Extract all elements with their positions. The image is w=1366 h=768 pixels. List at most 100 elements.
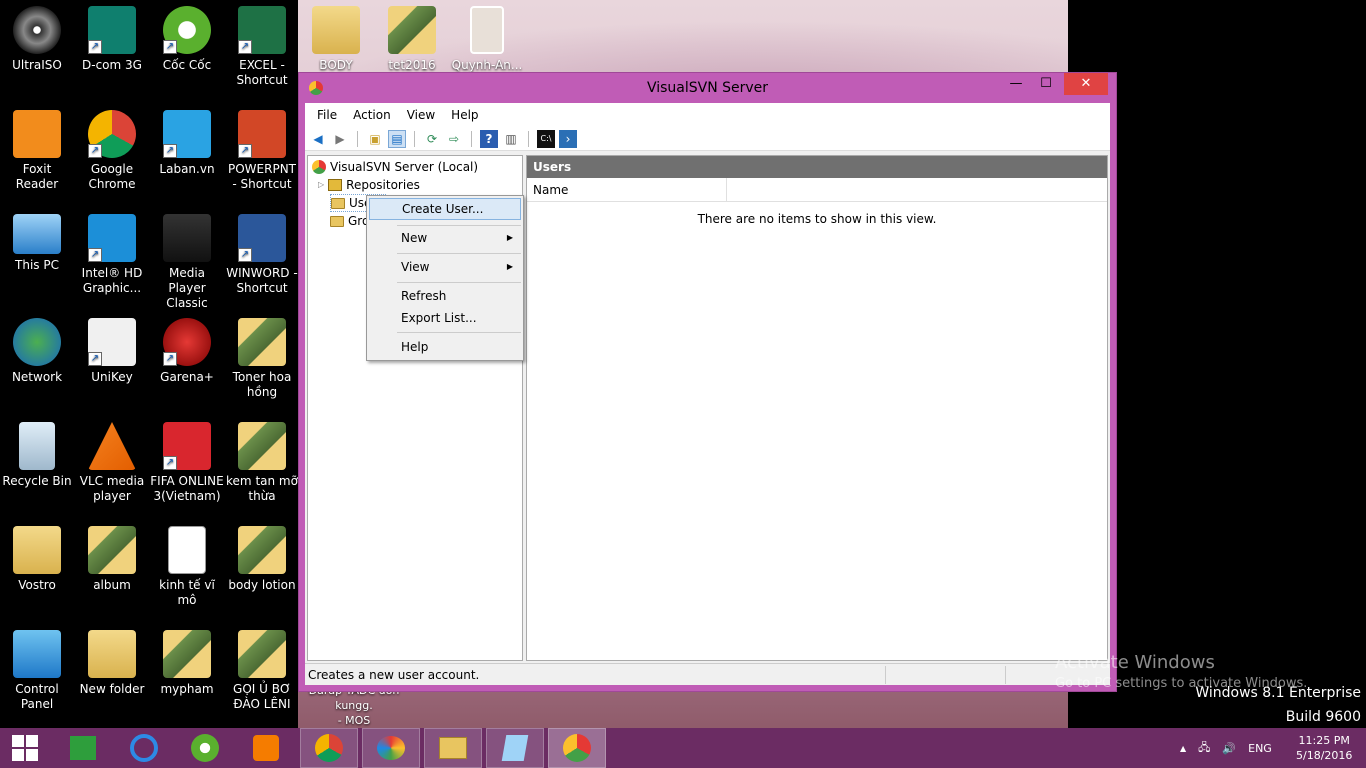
tree-root[interactable]: VisualSVN Server (Local) — [312, 158, 478, 176]
desktop-icon-garena[interactable]: ↗ Garena+ — [150, 318, 224, 385]
picture-folder-icon — [238, 318, 286, 366]
picture-folder-icon — [238, 422, 286, 470]
desktop-icon-body[interactable]: BODY — [299, 6, 373, 73]
desktop-icon-fifa[interactable]: ↗ FIFA ONLINE 3(Vietnam) — [150, 422, 224, 504]
desktop-icon-new-folder[interactable]: New folder — [75, 630, 149, 697]
desktop-icon-goi-u-bo[interactable]: GỌI Ủ BƠ ĐÀO LÊNI — [225, 630, 299, 712]
shortcut-arrow-icon: ↗ — [88, 248, 102, 262]
folder-icon — [88, 630, 136, 678]
volume-icon[interactable]: 🔊 — [1222, 742, 1236, 755]
garena-icon: ↗ — [163, 318, 211, 366]
folder-icon — [312, 6, 360, 54]
desktop-icon-excel[interactable]: ↗ EXCEL - Shortcut — [225, 6, 299, 88]
powerpoint-icon: ↗ — [238, 110, 286, 158]
windows-build: Build 9600 — [1285, 709, 1361, 725]
menu-file[interactable]: File — [309, 108, 345, 122]
desktop-icon-foxit[interactable]: Foxit Reader — [0, 110, 74, 192]
menu-separator — [397, 332, 521, 333]
desktop-icon-chrome[interactable]: ↗ Google Chrome — [75, 110, 149, 192]
desktop-icon-recycle-bin[interactable]: Recycle Bin — [0, 422, 74, 489]
up-folder-icon[interactable]: ▣ — [366, 130, 384, 148]
menu-item-refresh[interactable]: Refresh — [369, 285, 521, 307]
title-bar[interactable]: VisualSVN Server — ☐ ✕ — [299, 73, 1116, 103]
desktop-icon-vostro[interactable]: Vostro — [0, 526, 74, 593]
menu-item-view[interactable]: View ▶ — [369, 256, 521, 278]
menu-item-new[interactable]: New ▶ — [369, 227, 521, 249]
desktop-icon-mypham[interactable]: mypham — [150, 630, 224, 697]
shortcut-arrow-icon: ↗ — [163, 40, 177, 54]
file-explorer-icon — [439, 737, 467, 759]
command-prompt-icon[interactable]: C:\ — [537, 129, 555, 148]
taskbar-ie[interactable] — [115, 728, 173, 768]
language-indicator[interactable]: ENG — [1248, 742, 1272, 755]
context-menu: Create User... New ▶ View ▶ Refresh Export… — [366, 195, 524, 361]
visualsvn-logo-icon — [309, 81, 323, 95]
show-hidden-icons-icon[interactable]: ▲ — [1180, 744, 1186, 753]
start-button[interactable] — [0, 728, 50, 768]
desktop-icon-intel-hd[interactable]: ↗ Intel® HD Graphic... — [75, 214, 149, 296]
powershell-icon[interactable]: › — [559, 129, 577, 148]
expand-arrow-icon[interactable]: ▷ — [318, 176, 324, 194]
taskbar-explorer[interactable] — [424, 728, 482, 768]
menu-item-help[interactable]: Help — [369, 336, 521, 358]
taskbar-notepad[interactable] — [486, 728, 544, 768]
taskbar-paint[interactable] — [362, 728, 420, 768]
desktop-icon-control-panel[interactable]: Control Panel — [0, 630, 74, 712]
desktop-icon-kinh-te[interactable]: kinh tế vĩ mô — [150, 526, 224, 608]
user-folder-icon — [13, 526, 61, 574]
desktop-icon-coccoc[interactable]: ↗ Cốc Cốc — [150, 6, 224, 73]
help-icon[interactable]: ? — [480, 129, 498, 148]
desktop-icon-ultraiso[interactable]: UltraISO — [0, 6, 74, 73]
word-doc-icon — [168, 526, 206, 574]
desktop-icon-kem-tan[interactable]: kem tan mỡ thừa — [225, 422, 299, 504]
menu-action[interactable]: Action — [345, 108, 399, 122]
taskbar-chrome[interactable] — [300, 728, 358, 768]
network-tray-icon[interactable]: 🖧 — [1198, 739, 1210, 758]
back-icon[interactable]: ◀ — [309, 130, 327, 148]
menu-help[interactable]: Help — [443, 108, 486, 122]
export-icon[interactable]: ⇨ — [445, 130, 463, 148]
desktop-icon-quynh-an[interactable]: Quynh-An... — [450, 6, 524, 73]
taskbar-media[interactable] — [237, 728, 295, 768]
tree-repositories[interactable]: ▷ Repositories — [318, 176, 420, 194]
desktop-icon-network[interactable]: Network — [0, 318, 74, 385]
desktop-icon-tet2016[interactable]: tet2016 — [375, 6, 449, 73]
shortcut-arrow-icon: ↗ — [88, 40, 102, 54]
properties-icon[interactable]: ▥ — [502, 130, 520, 148]
forward-icon[interactable]: ▶ — [331, 130, 349, 148]
close-button[interactable]: ✕ — [1064, 73, 1108, 95]
taskbar-visualsvn[interactable] — [548, 728, 606, 768]
clock[interactable]: 11:25 PM 5/18/2016 — [1296, 728, 1352, 768]
menu-item-create-user[interactable]: Create User... — [369, 198, 521, 220]
window-title: VisualSVN Server — [646, 80, 769, 96]
minimize-button[interactable]: — — [1000, 73, 1032, 95]
menu-item-export-list[interactable]: Export List... — [369, 307, 521, 329]
maximize-button[interactable]: ☐ — [1030, 73, 1062, 95]
pane-title: Users — [527, 156, 1107, 178]
repositories-icon — [328, 179, 343, 191]
desktop-icon-dcom[interactable]: ↗ D-com 3G — [75, 6, 149, 73]
show-hide-tree-icon[interactable]: ▤ — [388, 129, 406, 148]
taskbar-store[interactable] — [54, 728, 112, 768]
picture-folder-icon — [88, 526, 136, 574]
computer-icon — [13, 214, 61, 254]
desktop-icon-this-pc[interactable]: This PC — [0, 214, 74, 273]
recycle-bin-icon — [19, 422, 55, 470]
desktop-icon-winword[interactable]: ↗ WINWORD - Shortcut — [225, 214, 299, 296]
desktop-icon-unikey[interactable]: ↗ UniKey — [75, 318, 149, 385]
desktop-icon-powerpnt[interactable]: ↗ POWERPNT - Shortcut — [225, 110, 299, 192]
desktop-icon-toner[interactable]: Toner hoa hồng — [225, 318, 299, 400]
status-text: Creates a new user account. — [308, 668, 480, 682]
ie-icon — [130, 734, 158, 762]
refresh-icon[interactable]: ⟳ — [423, 130, 441, 148]
column-header-name[interactable]: Name — [527, 178, 727, 201]
shortcut-arrow-icon: ↗ — [163, 352, 177, 366]
desktop-icon-album[interactable]: album — [75, 526, 149, 593]
taskbar-coccoc[interactable] — [176, 728, 234, 768]
desktop-icon-mpc[interactable]: Media Player Classic — [150, 214, 224, 311]
desktop-icon-laban[interactable]: ↗ Laban.vn — [150, 110, 224, 177]
excel-icon: ↗ — [238, 6, 286, 54]
desktop-icon-vlc[interactable]: VLC media player — [75, 422, 149, 504]
menu-view[interactable]: View — [399, 108, 443, 122]
desktop-icon-body-lotion[interactable]: body lotion — [225, 526, 299, 593]
